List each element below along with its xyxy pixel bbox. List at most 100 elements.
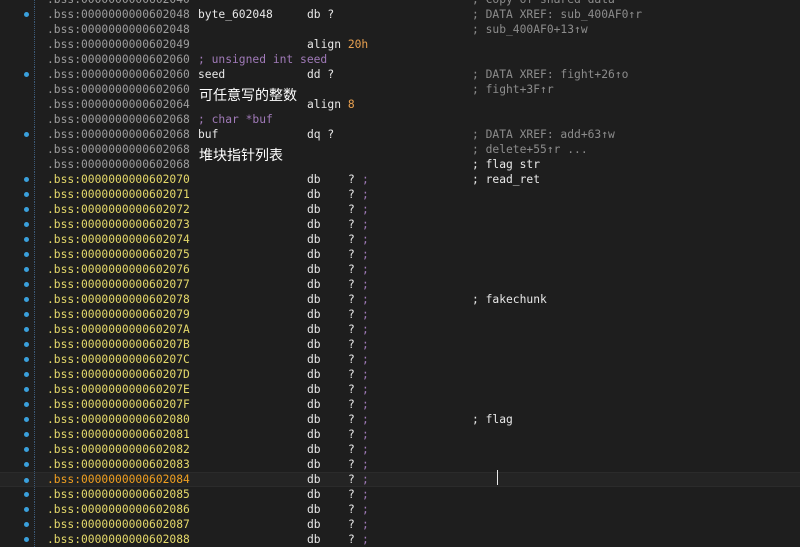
breakpoint-dot-icon[interactable] <box>24 387 29 392</box>
breakpoint-dot-icon[interactable] <box>24 402 29 407</box>
listing-row[interactable]: .bss:0000000000602081 db?; <box>0 427 800 442</box>
row-address[interactable]: .bss:000000000060207B <box>47 337 190 352</box>
row-address[interactable]: .bss:0000000000602068 <box>47 127 190 142</box>
row-address[interactable]: .bss:0000000000602064 <box>47 97 190 112</box>
breakpoint-dot-icon[interactable] <box>24 282 29 287</box>
breakpoint-dot-icon[interactable] <box>24 432 29 437</box>
listing-row[interactable]: .bss:0000000000602087 db?; <box>0 517 800 532</box>
row-operation[interactable]: db <box>307 427 321 442</box>
row-address[interactable]: .bss:0000000000602048 <box>47 22 190 37</box>
row-address[interactable]: .bss:0000000000602085 <box>47 487 190 502</box>
listing-row[interactable]: .bss:000000000060207F db?; <box>0 397 800 412</box>
row-label[interactable]: seed <box>198 67 225 82</box>
row-address[interactable]: .bss:0000000000602071 <box>47 187 190 202</box>
listing-row[interactable]: .bss:0000000000602068 ; char *buf <box>0 112 800 127</box>
listing-row[interactable]: .bss:0000000000602075 db?; <box>0 247 800 262</box>
listing-row[interactable]: .bss:000000000060207E db?; <box>0 382 800 397</box>
listing-row[interactable]: .bss:0000000000602060 ; fight+3F↑r <box>0 82 800 97</box>
breakpoint-dot-icon[interactable] <box>24 537 29 542</box>
row-operation[interactable]: db <box>307 232 321 247</box>
breakpoint-dot-icon[interactable] <box>24 417 29 422</box>
listing-row[interactable]: .bss:0000000000602068 ; flag str <box>0 157 800 172</box>
listing-row[interactable]: .bss:0000000000602072 db?; <box>0 202 800 217</box>
row-operation[interactable]: db <box>307 412 321 427</box>
listing-row[interactable]: .bss:000000000060207C db?; <box>0 352 800 367</box>
listing-row[interactable]: .bss:0000000000602068 buf dq ? ; DATA XREF:… <box>0 127 800 142</box>
breakpoint-dot-icon[interactable] <box>24 177 29 182</box>
breakpoint-dot-icon[interactable] <box>24 372 29 377</box>
row-address[interactable]: .bss:0000000000602072 <box>47 202 190 217</box>
row-operation[interactable]: align 8 <box>307 97 355 112</box>
listing-row[interactable]: .bss:0000000000602048 ; sub_400AF0+13↑w <box>0 22 800 37</box>
row-address[interactable]: .bss:000000000060207D <box>47 367 190 382</box>
row-operation[interactable]: dd ? <box>307 67 334 82</box>
row-operation[interactable]: db <box>307 442 321 457</box>
row-address[interactable]: .bss:0000000000602060 <box>47 82 190 97</box>
row-address[interactable]: .bss:000000000060207C <box>47 352 190 367</box>
row-address[interactable]: .bss:0000000000602073 <box>47 217 190 232</box>
row-operation[interactable]: align 20h <box>307 37 368 52</box>
breakpoint-dot-icon[interactable] <box>24 72 29 77</box>
row-address[interactable]: .bss:0000000000602075 <box>47 247 190 262</box>
row-operation[interactable]: db <box>307 397 321 412</box>
row-operation[interactable]: db <box>307 352 321 367</box>
row-operation[interactable]: db <box>307 292 321 307</box>
breakpoint-dot-icon[interactable] <box>24 207 29 212</box>
breakpoint-dot-icon[interactable] <box>24 12 29 17</box>
listing-row[interactable]: .bss:0000000000602064 align 8 <box>0 97 800 112</box>
breakpoint-dot-icon[interactable] <box>24 342 29 347</box>
row-address[interactable]: .bss:0000000000602068 <box>47 142 190 157</box>
row-label[interactable]: buf <box>198 127 218 142</box>
listing-row[interactable]: .bss:0000000000602088 db?; <box>0 532 800 547</box>
row-operation[interactable]: db <box>307 457 321 472</box>
row-operation[interactable]: db <box>307 262 321 277</box>
row-address[interactable]: .bss:0000000000602088 <box>47 532 190 547</box>
listing-row[interactable]: .bss:0000000000602084 db?; <box>0 472 800 487</box>
row-operation[interactable]: dq ? <box>307 127 334 142</box>
breakpoint-dot-icon[interactable] <box>24 132 29 137</box>
row-address[interactable]: .bss:0000000000602074 <box>47 232 190 247</box>
row-address[interactable]: .bss:0000000000602083 <box>47 457 190 472</box>
row-address[interactable]: .bss:0000000000602080 <box>47 412 190 427</box>
listing-row[interactable]: .bss:0000000000602060 ; unsigned int seed <box>0 52 800 67</box>
row-address[interactable]: .bss:0000000000602079 <box>47 307 190 322</box>
row-address[interactable]: .bss:0000000000602040 <box>47 0 190 7</box>
listing-row[interactable]: .bss:0000000000602079 db?; <box>0 307 800 322</box>
breakpoint-dot-icon[interactable] <box>24 478 29 483</box>
row-address[interactable]: .bss:0000000000602049 <box>47 37 190 52</box>
row-operation[interactable]: db <box>307 277 321 292</box>
row-address[interactable]: .bss:000000000060207F <box>47 397 190 412</box>
listing-row[interactable]: .bss:0000000000602080 db?; ; flag <box>0 412 800 427</box>
listing-row[interactable]: .bss:0000000000602085 db?; <box>0 487 800 502</box>
listing-row[interactable]: .bss:0000000000602086 db?; <box>0 502 800 517</box>
row-address[interactable]: .bss:0000000000602078 <box>47 292 190 307</box>
listing-row[interactable]: .bss:0000000000602060 seed dd ? ; DATA XREF… <box>0 67 800 82</box>
row-address[interactable]: .bss:0000000000602077 <box>47 277 190 292</box>
row-address[interactable]: .bss:0000000000602086 <box>47 502 190 517</box>
row-address[interactable]: .bss:0000000000602068 <box>47 157 190 172</box>
breakpoint-dot-icon[interactable] <box>24 522 29 527</box>
breakpoint-dot-icon[interactable] <box>24 312 29 317</box>
row-operation[interactable]: db <box>307 473 321 486</box>
row-operation[interactable]: db <box>307 532 321 547</box>
breakpoint-dot-icon[interactable] <box>24 447 29 452</box>
row-address[interactable]: .bss:0000000000602087 <box>47 517 190 532</box>
listing-row[interactable]: .bss:0000000000602068 ; delete+55↑r ... <box>0 142 800 157</box>
breakpoint-dot-icon[interactable] <box>24 507 29 512</box>
breakpoint-dot-icon[interactable] <box>24 237 29 242</box>
row-operation[interactable]: db <box>307 247 321 262</box>
listing-row[interactable]: .bss:000000000060207D db?; <box>0 367 800 382</box>
row-address[interactable]: .bss:0000000000602060 <box>47 52 190 67</box>
row-operation[interactable]: db <box>307 172 321 187</box>
row-operation[interactable]: db <box>307 187 321 202</box>
breakpoint-dot-icon[interactable] <box>24 462 29 467</box>
listing-row[interactable]: .bss:000000000060207B db?; <box>0 337 800 352</box>
breakpoint-dot-icon[interactable] <box>24 267 29 272</box>
breakpoint-dot-icon[interactable] <box>24 192 29 197</box>
listing-row[interactable]: .bss:0000000000602070 db?; ; read_ret <box>0 172 800 187</box>
row-address[interactable]: .bss:0000000000602076 <box>47 262 190 277</box>
row-operation[interactable]: db <box>307 322 321 337</box>
row-operation[interactable]: db ? <box>307 7 334 22</box>
breakpoint-dot-icon[interactable] <box>24 252 29 257</box>
listing-row[interactable]: .bss:0000000000602083 db?; <box>0 457 800 472</box>
